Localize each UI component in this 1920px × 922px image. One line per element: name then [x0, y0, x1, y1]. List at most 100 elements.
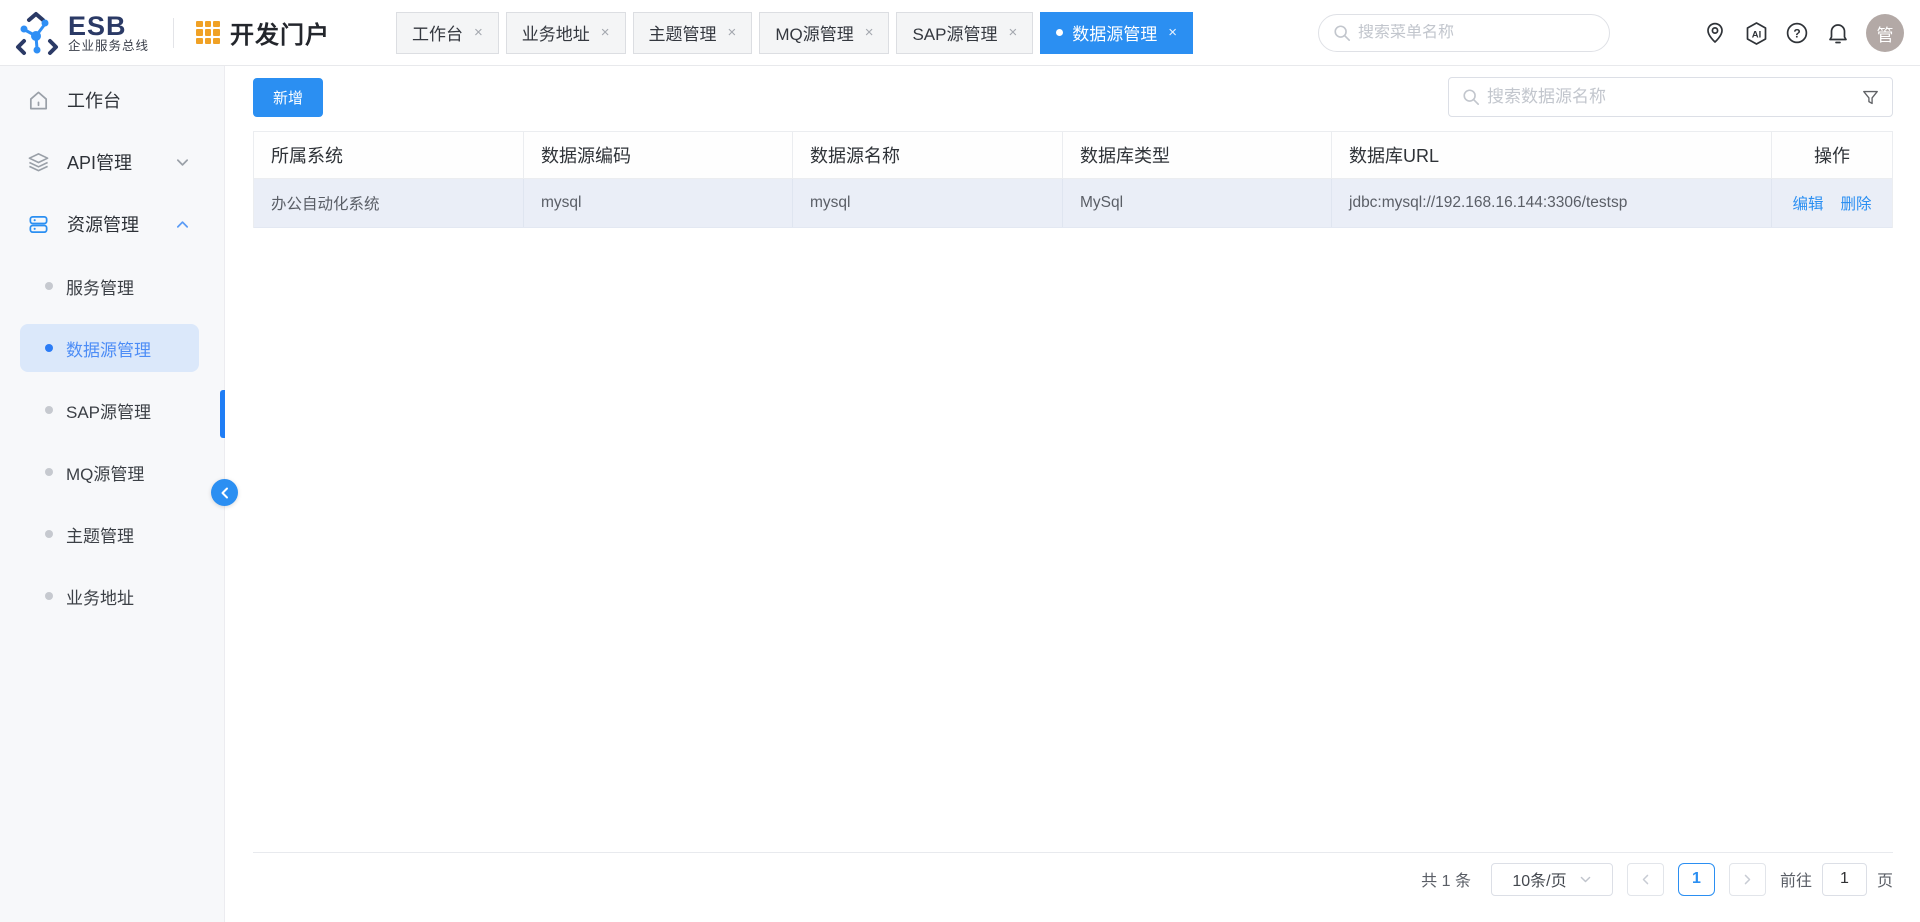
sidebar-item-service-management[interactable]: 服务管理	[20, 262, 199, 310]
search-icon	[1334, 25, 1351, 42]
body-row: 工作台 API管理 资源管理 服务管理 数据源管理 SAP源管理 MQ源管理 主…	[0, 66, 1920, 922]
toolbar: 新增	[253, 77, 1893, 117]
sidebar-item-api-management[interactable]: API管理	[0, 138, 224, 186]
brand-subtitle: 企业服务总线	[68, 39, 150, 54]
cell-url: jdbc:mysql://192.168.16.144:3306/testsp	[1332, 179, 1772, 227]
datasource-table: 所属系统 数据源编码 数据源名称 数据库类型 数据库URL 操作 办公自动化系统…	[253, 131, 1893, 228]
cell-name: mysql	[793, 179, 1063, 227]
menu-search-box[interactable]	[1318, 14, 1610, 52]
bullet-dot-icon	[45, 406, 53, 414]
active-item-indicator	[220, 390, 225, 438]
sidebar-item-label: API管理	[67, 153, 133, 173]
svg-text:AI: AI	[1751, 29, 1761, 40]
tab-close-icon[interactable]: ×	[1168, 25, 1177, 40]
tab-sap-source[interactable]: SAP源管理 ×	[896, 11, 1034, 54]
prev-page-button[interactable]	[1626, 862, 1664, 896]
add-button[interactable]: 新增	[253, 77, 323, 117]
tab-label: 主题管理	[648, 25, 717, 44]
total-count-label: 共 1 条	[1421, 873, 1471, 890]
tab-business-address[interactable]: 业务地址 ×	[505, 11, 626, 54]
layers-icon	[26, 150, 50, 174]
next-page-button[interactable]	[1728, 862, 1766, 896]
tab-close-icon[interactable]: ×	[865, 25, 874, 40]
goto-page-group: 前往 页	[1779, 862, 1893, 896]
svg-text:?: ?	[1793, 26, 1800, 40]
column-header-name: 数据源名称	[793, 132, 1063, 178]
menu-search-input[interactable]	[1358, 24, 1595, 42]
tab-label: 数据源管理	[1072, 25, 1158, 44]
sidebar-subitem-label: MQ源管理	[66, 464, 145, 484]
bullet-dot-icon	[45, 530, 53, 538]
sidebar: 工作台 API管理 资源管理 服务管理 数据源管理 SAP源管理 MQ源管理 主…	[0, 66, 238, 922]
cell-system: 办公自动化系统	[254, 179, 524, 227]
chevron-left-icon	[221, 487, 228, 498]
esb-logo: ESB 企业服务总线	[14, 10, 149, 56]
table-header-row: 所属系统 数据源编码 数据源名称 数据库类型 数据库URL 操作	[254, 132, 1892, 179]
datasource-search-input[interactable]	[1487, 87, 1861, 107]
sidebar-item-business-address[interactable]: 业务地址	[20, 572, 199, 620]
tab-close-icon[interactable]: ×	[1009, 25, 1018, 40]
bullet-dot-icon	[45, 468, 53, 476]
top-header: ESB 企业服务总线 开发门户 工作台 × 业务地址 × 主题管理 × MQ源管…	[0, 0, 1920, 66]
header-icon-group: AI ? 管	[1702, 0, 1904, 66]
cell-code: mysql	[524, 179, 793, 227]
sidebar-item-resource-management[interactable]: 资源管理	[0, 200, 224, 248]
tab-close-icon[interactable]: ×	[601, 25, 610, 40]
tab-bar: 工作台 × 业务地址 × 主题管理 × MQ源管理 × SAP源管理 × 数据源…	[396, 11, 1194, 54]
tab-mq-source[interactable]: MQ源管理 ×	[759, 11, 890, 54]
cell-actions: 编辑 删除	[1772, 179, 1892, 227]
main-content: 新增 所属系统 数据源编码 数据源名称 数据库类	[225, 66, 1920, 922]
brand-name: ESB	[68, 10, 127, 41]
goto-label: 前往	[1779, 873, 1812, 890]
sidebar-item-mq-source[interactable]: MQ源管理	[20, 448, 199, 496]
chevron-right-icon	[1744, 874, 1751, 884]
bullet-dot-icon	[45, 344, 53, 352]
pagination-bar: 共 1 条 10条/页 1 前往 1 页	[253, 852, 1893, 905]
current-page-button[interactable]: 1	[1677, 862, 1715, 896]
cell-dbtype: MySql	[1063, 179, 1332, 227]
header-divider	[173, 17, 175, 48]
bell-icon[interactable]	[1825, 20, 1851, 46]
sidebar-item-topic-management[interactable]: 主题管理	[20, 510, 199, 558]
tab-label: SAP源管理	[912, 25, 998, 44]
tab-close-icon[interactable]: ×	[728, 25, 737, 40]
page-size-select[interactable]: 10条/页	[1490, 862, 1613, 896]
grid-icon	[196, 20, 220, 45]
tab-workbench[interactable]: 工作台 ×	[396, 11, 499, 54]
app-window: ESB 企业服务总线 开发门户 工作台 × 业务地址 × 主题管理 × MQ源管…	[0, 0, 1920, 922]
tab-topic-management[interactable]: 主题管理 ×	[632, 11, 753, 54]
table-row[interactable]: 办公自动化系统 mysql mysql MySql jdbc:mysql://1…	[254, 179, 1892, 228]
chevron-down-icon	[175, 155, 190, 170]
edit-link[interactable]: 编辑	[1792, 192, 1823, 214]
empty-area	[253, 228, 1893, 852]
tab-datasource-management-active[interactable]: 数据源管理 ×	[1040, 11, 1194, 54]
chevron-down-icon	[1580, 876, 1590, 882]
column-header-system: 所属系统	[254, 132, 524, 178]
help-icon[interactable]: ?	[1784, 20, 1810, 46]
bullet-dot-icon	[45, 592, 53, 600]
tab-close-icon[interactable]: ×	[474, 25, 483, 40]
datasource-search-box[interactable]	[1448, 77, 1893, 117]
sidebar-collapse-button[interactable]	[211, 479, 238, 506]
column-header-actions: 操作	[1814, 146, 1850, 166]
home-icon	[26, 88, 50, 112]
goto-page-input[interactable]	[1821, 862, 1867, 896]
sidebar-item-label: 资源管理	[67, 215, 139, 235]
column-header-dbtype: 数据库类型	[1063, 132, 1332, 178]
location-icon[interactable]	[1702, 20, 1728, 46]
sidebar-item-workbench[interactable]: 工作台	[0, 76, 224, 124]
sidebar-subitem-label: 数据源管理	[66, 340, 151, 360]
sidebar-item-sap-source[interactable]: SAP源管理	[20, 386, 199, 434]
ai-assistant-icon[interactable]: AI	[1743, 20, 1769, 46]
column-header-code: 数据源编码	[524, 132, 793, 178]
portal-name: 开发门户	[230, 22, 331, 49]
esb-logo-icon	[16, 11, 58, 55]
user-avatar[interactable]: 管	[1866, 14, 1904, 52]
sidebar-item-datasource-management[interactable]: 数据源管理	[20, 324, 199, 372]
column-header-url: 数据库URL	[1332, 132, 1772, 178]
filter-icon[interactable]	[1861, 88, 1880, 107]
delete-link[interactable]: 删除	[1841, 192, 1872, 214]
page-unit-label: 页	[1876, 873, 1893, 890]
sidebar-subitem-label: 服务管理	[66, 278, 134, 298]
bullet-dot-icon	[45, 282, 53, 290]
